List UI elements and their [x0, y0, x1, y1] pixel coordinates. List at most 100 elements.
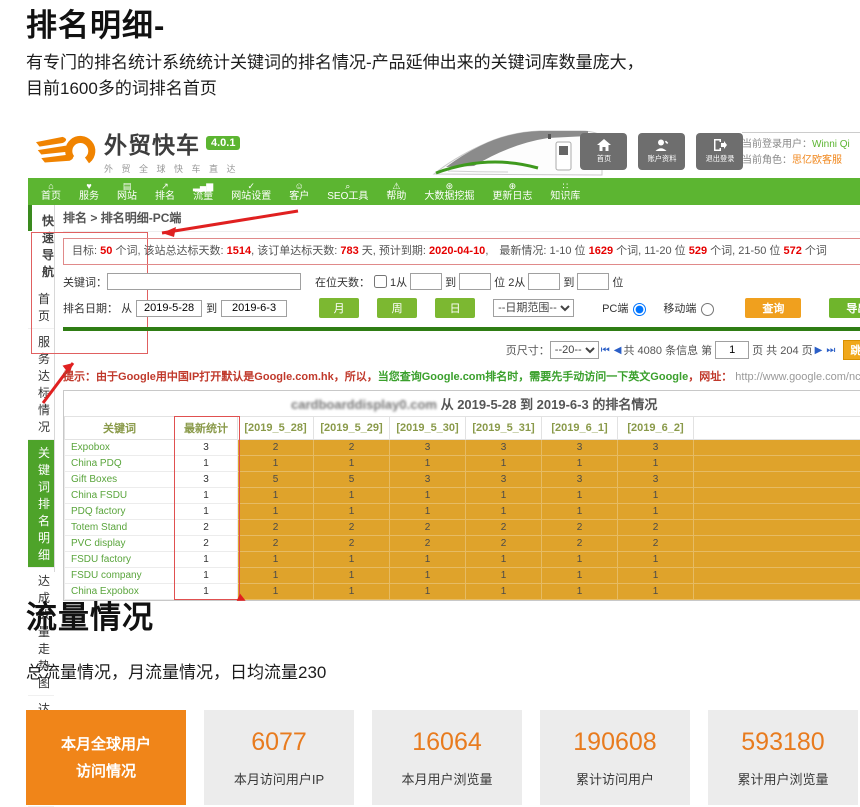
- rank-cell: 1: [314, 568, 390, 584]
- export-button[interactable]: 导出: [829, 298, 860, 318]
- rank-cell-partial: [694, 584, 860, 600]
- nav-item-big-data[interactable]: ⊛大数据挖掘: [415, 182, 483, 202]
- breadcrumb: 排名 > 排名明细-PC端: [63, 205, 860, 232]
- days-checkbox[interactable]: [374, 275, 387, 288]
- traffic-highlight-card: 本月全球用户 访问情况: [26, 710, 186, 805]
- mobile-radio[interactable]: [701, 303, 714, 316]
- days-to2-input[interactable]: [577, 273, 609, 290]
- rank-cell: 1: [542, 568, 618, 584]
- nav-item-home[interactable]: ⌂首页: [32, 182, 70, 202]
- nav-item-changelog[interactable]: ⊕更新日志: [483, 182, 541, 202]
- days-to1-input[interactable]: [459, 273, 491, 290]
- table-row: PVC display2222222: [65, 536, 860, 552]
- latest-stat-cell: 3: [175, 440, 238, 456]
- home-icon: [597, 139, 611, 151]
- nav-item-label: 大数据挖掘: [424, 192, 474, 202]
- header-button-账户资料[interactable]: 账户资料: [638, 133, 685, 170]
- traffic-stat-value: 6077: [251, 728, 307, 757]
- rank-cell: 1: [314, 504, 390, 520]
- date-to-input[interactable]: [221, 300, 287, 317]
- ranking-table-wrap: cardboarddisplay0.com 从 2019-5-28 到 2019…: [63, 390, 860, 601]
- filter-row-date: 排名日期： 从 到 月 周 日 --日期范围-- PC端 移动端 查询 导出: [63, 298, 860, 318]
- last-page-icon[interactable]: ⏭: [826, 345, 835, 356]
- page-number-input[interactable]: [715, 341, 749, 359]
- sidebar-item[interactable]: 首页: [28, 286, 54, 329]
- days-seg1: 1从: [390, 274, 407, 290]
- nav-item-seo-tools[interactable]: ⌕SEO工具: [318, 182, 377, 202]
- site-domain: cardboarddisplay0.com: [291, 397, 437, 412]
- header-button-退出登录[interactable]: 退出登录: [696, 133, 743, 170]
- date-from-input[interactable]: [136, 300, 202, 317]
- page-size-select[interactable]: --20--: [550, 341, 599, 359]
- rank-cell: 2: [618, 520, 694, 536]
- first-page-icon[interactable]: ⏮: [601, 345, 610, 356]
- nav-item-knowledge-base[interactable]: ∷知识库: [541, 182, 589, 202]
- days-from1-input[interactable]: [410, 273, 442, 290]
- latest-stat-cell: 1: [175, 504, 238, 520]
- keyword-cell: Gift Boxes: [65, 472, 175, 488]
- query-button[interactable]: 查询: [745, 298, 801, 318]
- table-row: FSDU factory1111111: [65, 552, 860, 568]
- rank-cell: 1: [238, 456, 314, 472]
- date-range-select[interactable]: --日期范围--: [493, 299, 574, 317]
- rank-cell: 2: [390, 536, 466, 552]
- nav-item-label: 帮助: [386, 192, 406, 202]
- rank-cell: 3: [466, 440, 542, 456]
- nav-item-label: 流量: [193, 192, 213, 202]
- rank-cell: 3: [618, 472, 694, 488]
- sidebar-collapse-handle[interactable]: [28, 205, 32, 231]
- week-button[interactable]: 周: [377, 298, 417, 318]
- stats-segment: 个词, 11-20 位: [613, 245, 689, 257]
- table-row: China PDQ1111111: [65, 456, 860, 472]
- nav-item-site-settings[interactable]: ✓网站设置: [222, 182, 280, 202]
- prev-page-icon[interactable]: ◀: [614, 345, 622, 356]
- pc-radio[interactable]: [633, 303, 646, 316]
- nav-item-website[interactable]: ▤网站: [108, 182, 146, 202]
- stats-segment: 目标:: [72, 245, 100, 257]
- rank-cell: 1: [618, 488, 694, 504]
- nav-item-ranking[interactable]: ↗排名: [146, 182, 184, 202]
- nav-item-customers[interactable]: ☺客户: [280, 182, 318, 202]
- rank-cell: 1: [238, 584, 314, 600]
- rank-cell: 1: [238, 504, 314, 520]
- rank-cell: 1: [466, 456, 542, 472]
- keyword-cell: PDQ factory: [65, 504, 175, 520]
- customers-icon: ☺: [289, 182, 309, 192]
- rank-cell: 2: [314, 536, 390, 552]
- rank-cell: 1: [466, 504, 542, 520]
- days-from2-input[interactable]: [528, 273, 560, 290]
- month-button[interactable]: 月: [319, 298, 359, 318]
- next-page-icon[interactable]: ▶: [815, 345, 823, 356]
- rank-cell: 1: [314, 552, 390, 568]
- app-screenshot: 外贸快车 4.0.1 外 贸 全 球 快 车 直 达 首页账户资料退出登录 当前…: [28, 120, 860, 572]
- stats-segment: , 该订单达标天数:: [251, 245, 340, 257]
- site-settings-icon: ✓: [231, 182, 271, 192]
- rank-cell: 5: [238, 472, 314, 488]
- page-info-after: 页 共 204 页: [752, 342, 813, 358]
- rank-cell: 1: [314, 488, 390, 504]
- header-button-首页[interactable]: 首页: [580, 133, 627, 170]
- rank-cell: 1: [238, 552, 314, 568]
- header-button-label: 账户资料: [647, 154, 676, 164]
- nav-item-help[interactable]: ⚠帮助: [377, 182, 415, 202]
- nav-item-service[interactable]: ♥服务: [70, 182, 108, 202]
- pc-radio-label: PC端: [602, 300, 628, 316]
- days-end: 位: [612, 274, 623, 290]
- day-button[interactable]: 日: [435, 298, 475, 318]
- profile-icon: [655, 139, 669, 151]
- sidebar-item[interactable]: 服务达标情况: [28, 329, 54, 440]
- sidebar-item[interactable]: 关键词排名明细: [28, 440, 54, 568]
- latest-stat-cell: 1: [175, 552, 238, 568]
- nav-item-label: 客户: [289, 192, 309, 202]
- rank-cell: 2: [314, 440, 390, 456]
- keyword-input[interactable]: [107, 273, 301, 290]
- jump-button[interactable]: 跳转: [843, 340, 860, 360]
- latest-stat-cell: 2: [175, 536, 238, 552]
- rank-cell-partial: [694, 472, 860, 488]
- rank-cell: 2: [314, 520, 390, 536]
- keyword-label: 关键词：: [63, 274, 107, 290]
- nav-item-traffic[interactable]: ▂▄▆流量: [184, 182, 222, 202]
- login-info: 当前登录用户：Winni Qi 当前角色：思亿欧客服: [742, 132, 860, 169]
- rank-cell: 1: [466, 488, 542, 504]
- rank-cell-partial: [694, 504, 860, 520]
